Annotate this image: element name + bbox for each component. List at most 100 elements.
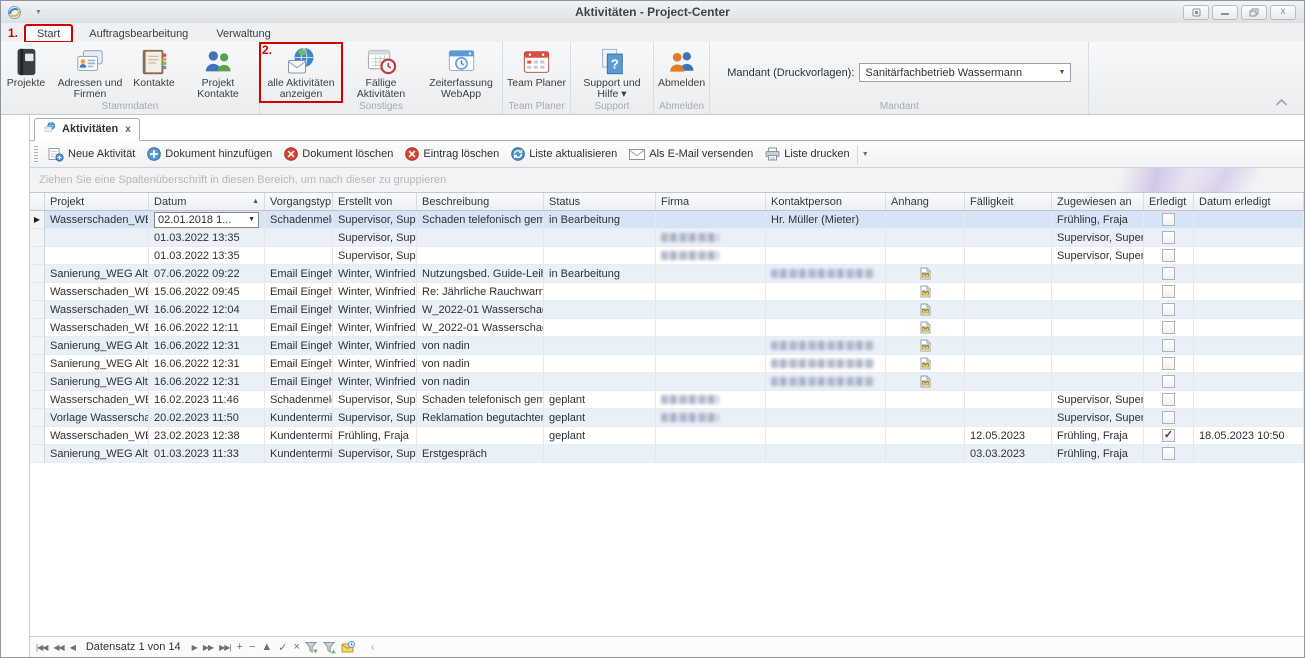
- cell-datum_erledigt[interactable]: [1194, 319, 1304, 337]
- cell-firma[interactable]: [656, 409, 766, 427]
- cell-anhang[interactable]: [886, 409, 965, 427]
- table-row[interactable]: Wasserschaden_WEG G...16.02.2023 11:46Sc…: [30, 391, 1304, 409]
- cell-beschreibung[interactable]: von nadin: [417, 337, 544, 355]
- column-header-vorgangstyp[interactable]: Vorgangstyp: [265, 193, 333, 210]
- table-row[interactable]: Wasserschaden_WEG G...16.06.2022 12:11Em…: [30, 319, 1304, 337]
- cell-datum[interactable]: 16.06.2022 12:31: [149, 373, 265, 391]
- cell-vorgangstyp[interactable]: Email Eingehend: [265, 373, 333, 391]
- ribbon-tab-auftragsbearbeitung[interactable]: Auftragsbearbeitung: [78, 26, 199, 42]
- cell-faelligkeit[interactable]: [965, 283, 1052, 301]
- mandant-select[interactable]: Sanitärfachbetrieb Wassermann▼: [859, 63, 1071, 82]
- cell-kontaktperson[interactable]: [766, 265, 886, 283]
- cell-projekt[interactable]: Wasserschaden_WEG G...: [45, 391, 149, 409]
- row-indicator[interactable]: [30, 409, 45, 427]
- row-indicator[interactable]: [30, 337, 45, 355]
- column-header-erstellt-von[interactable]: Erstellt von: [333, 193, 417, 210]
- cell-firma[interactable]: [656, 319, 766, 337]
- table-row[interactable]: Wasserschaden_WEG G...23.02.2023 12:38Ku…: [30, 427, 1304, 445]
- cell-faelligkeit[interactable]: 03.03.2023: [965, 445, 1052, 463]
- cell-firma[interactable]: [656, 427, 766, 445]
- cell-beschreibung[interactable]: Schaden telefonisch gemeldet: [417, 211, 544, 229]
- toolbar-button-eintrag-löschen[interactable]: Eintrag löschen: [399, 145, 505, 163]
- row-indicator[interactable]: [30, 391, 45, 409]
- cell-faelligkeit[interactable]: [965, 265, 1052, 283]
- cell-firma[interactable]: [656, 373, 766, 391]
- toolbar-button-als-e-mail-versenden[interactable]: Als E-Mail versenden: [623, 146, 759, 162]
- ribbon-button-projekte[interactable]: Projekte: [2, 44, 50, 101]
- cell-zugewiesen_an[interactable]: Frühling, Fraja: [1052, 427, 1144, 445]
- cell-anhang[interactable]: [886, 283, 965, 301]
- toolbar-button-dokument-hinzufügen[interactable]: Dokument hinzufügen: [141, 145, 278, 163]
- tab-close-icon[interactable]: x: [123, 124, 131, 135]
- cell-vorgangstyp[interactable]: [265, 247, 333, 265]
- cell-vorgangstyp[interactable]: Email Eingehend: [265, 283, 333, 301]
- row-indicator[interactable]: [30, 427, 45, 445]
- cell-anhang[interactable]: [886, 301, 965, 319]
- cell-zugewiesen_an[interactable]: Supervisor, Super...: [1052, 409, 1144, 427]
- cell-status[interactable]: [544, 337, 656, 355]
- cell-erledigt[interactable]: [1144, 283, 1194, 301]
- ribbon-button-abmelden[interactable]: Abmelden: [655, 44, 708, 101]
- column-header-status[interactable]: Status: [544, 193, 656, 210]
- cell-datum_erledigt[interactable]: [1194, 283, 1304, 301]
- attachment-icon[interactable]: [920, 267, 931, 280]
- cell-vorgangstyp[interactable]: Email Eingehend: [265, 319, 333, 337]
- table-row[interactable]: Sanierung_WEG Altstadt...16.06.2022 12:3…: [30, 337, 1304, 355]
- cell-kontaktperson[interactable]: [766, 319, 886, 337]
- cell-vorgangstyp[interactable]: Schadenmeldung: [265, 391, 333, 409]
- cell-faelligkeit[interactable]: [965, 337, 1052, 355]
- cell-faelligkeit[interactable]: [965, 409, 1052, 427]
- nav-next-page-icon[interactable]: ▶▶: [200, 643, 216, 652]
- cell-erledigt[interactable]: ✓: [1144, 427, 1194, 445]
- cell-erledigt[interactable]: [1144, 265, 1194, 283]
- cell-status[interactable]: geplant: [544, 409, 656, 427]
- cell-vorgangstyp[interactable]: Email Eingehend: [265, 337, 333, 355]
- cell-faelligkeit[interactable]: [965, 373, 1052, 391]
- cell-erstellt_von[interactable]: Winter, Winfried: [333, 373, 417, 391]
- cell-zugewiesen_an[interactable]: [1052, 355, 1144, 373]
- row-indicator[interactable]: [30, 283, 45, 301]
- cell-zugewiesen_an[interactable]: [1052, 319, 1144, 337]
- cell-kontaktperson[interactable]: [766, 301, 886, 319]
- cell-firma[interactable]: [656, 247, 766, 265]
- ribbon-button-projekt-kontakte[interactable]: Projekt Kontakte: [178, 44, 258, 101]
- cell-vorgangstyp[interactable]: [265, 229, 333, 247]
- cell-firma[interactable]: [656, 211, 766, 229]
- ribbon-tab-start[interactable]: Start: [25, 25, 72, 42]
- cell-erstellt_von[interactable]: Supervisor, Super...: [333, 229, 417, 247]
- cell-datum[interactable]: 02.01.2018 1...▼: [149, 211, 265, 229]
- cell-erstellt_von[interactable]: Winter, Winfried: [333, 301, 417, 319]
- cell-erledigt[interactable]: [1144, 211, 1194, 229]
- table-row[interactable]: Wasserschaden_WEG G...16.06.2022 12:04Em…: [30, 301, 1304, 319]
- cell-zugewiesen_an[interactable]: Frühling, Fraja: [1052, 211, 1144, 229]
- cell-beschreibung[interactable]: [417, 229, 544, 247]
- cell-zugewiesen_an[interactable]: [1052, 283, 1144, 301]
- column-header-fälligkeit[interactable]: Fälligkeit: [965, 193, 1052, 210]
- cell-firma[interactable]: [656, 337, 766, 355]
- column-header-erledigt[interactable]: Erledigt: [1144, 193, 1194, 210]
- cell-projekt[interactable]: Sanierung_WEG Altstadt...: [45, 337, 149, 355]
- cell-kontaktperson[interactable]: [766, 391, 886, 409]
- cell-anhang[interactable]: [886, 265, 965, 283]
- cell-datum[interactable]: 07.06.2022 09:22: [149, 265, 265, 283]
- cell-anhang[interactable]: [886, 337, 965, 355]
- ribbon-button-alle-aktivitäten-anzeigen[interactable]: 2.alle Aktivitäten anzeigen: [261, 44, 341, 101]
- cell-status[interactable]: in Bearbeitung: [544, 265, 656, 283]
- cell-vorgangstyp[interactable]: Schadenmeldung: [265, 211, 333, 229]
- cell-datum_erledigt[interactable]: [1194, 445, 1304, 463]
- cell-datum[interactable]: 16.06.2022 12:31: [149, 337, 265, 355]
- cell-status[interactable]: [544, 283, 656, 301]
- cell-faelligkeit[interactable]: [965, 355, 1052, 373]
- cell-projekt[interactable]: Wasserschaden_WEG G...: [45, 301, 149, 319]
- cell-anhang[interactable]: [886, 427, 965, 445]
- cell-kontaktperson[interactable]: [766, 427, 886, 445]
- cell-zugewiesen_an[interactable]: Frühling, Fraja: [1052, 445, 1144, 463]
- cell-beschreibung[interactable]: W_2022-01 Wasserschaden_WE: [417, 319, 544, 337]
- row-indicator[interactable]: [30, 355, 45, 373]
- erledigt-checkbox[interactable]: [1162, 393, 1175, 406]
- cell-status[interactable]: [544, 373, 656, 391]
- cell-datum_erledigt[interactable]: [1194, 373, 1304, 391]
- cell-status[interactable]: geplant: [544, 391, 656, 409]
- nav-first-icon[interactable]: |◀◀: [33, 643, 50, 652]
- ribbon-button-team-planer[interactable]: Team Planer: [504, 44, 569, 101]
